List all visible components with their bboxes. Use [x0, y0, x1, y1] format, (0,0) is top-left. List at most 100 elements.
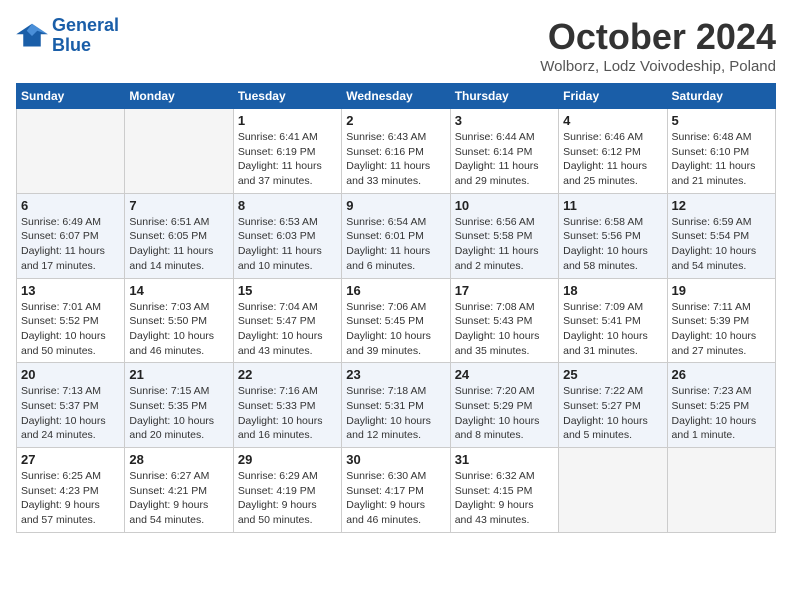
day-number: 8 [238, 198, 337, 213]
day-number: 7 [129, 198, 228, 213]
day-info: Sunrise: 6:53 AMSunset: 6:03 PMDaylight:… [238, 215, 337, 274]
day-info: Sunrise: 6:51 AMSunset: 6:05 PMDaylight:… [129, 215, 228, 274]
calendar-cell: 28 Sunrise: 6:27 AMSunset: 4:21 PMDayligh… [125, 448, 233, 533]
calendar-cell: 18 Sunrise: 7:09 AMSunset: 5:41 PMDayligh… [559, 278, 667, 363]
day-info: Sunrise: 6:30 AMSunset: 4:17 PMDaylight:… [346, 469, 445, 528]
calendar-cell: 11Sunrise: 6:58 AMSunset: 5:56 PMDayligh… [559, 193, 667, 278]
month-title: October 2024 [540, 16, 776, 58]
calendar-table: SundayMondayTuesdayWednesdayThursdayFrid… [16, 83, 776, 533]
calendar-cell: 9 Sunrise: 6:54 AMSunset: 6:01 PMDaylight… [342, 193, 450, 278]
day-info: Sunrise: 6:48 AMSunset: 6:10 PMDaylight:… [672, 130, 771, 189]
calendar-cell [17, 109, 125, 194]
calendar-week-3: 13Sunrise: 7:01 AMSunset: 5:52 PMDayligh… [17, 278, 776, 363]
day-info: Sunrise: 6:44 AMSunset: 6:14 PMDaylight:… [455, 130, 554, 189]
day-info: Sunrise: 6:25 AMSunset: 4:23 PMDaylight:… [21, 469, 120, 528]
calendar-week-1: 1 Sunrise: 6:41 AMSunset: 6:19 PMDaylight… [17, 109, 776, 194]
calendar-cell: 12 Sunrise: 6:59 AMSunset: 5:54 PMDayligh… [667, 193, 775, 278]
weekday-header-saturday: Saturday [667, 84, 775, 109]
calendar-cell: 17Sunrise: 7:08 AMSunset: 5:43 PMDayligh… [450, 278, 558, 363]
location-subtitle: Wolborz, Lodz Voivodeship, Poland [540, 58, 776, 75]
logo-icon [16, 22, 48, 50]
day-info: Sunrise: 7:04 AMSunset: 5:47 PMDaylight:… [238, 300, 337, 359]
calendar-cell: 23Sunrise: 7:18 AMSunset: 5:31 PMDayligh… [342, 363, 450, 448]
day-info: Sunrise: 6:41 AMSunset: 6:19 PMDaylight:… [238, 130, 337, 189]
calendar-cell [667, 448, 775, 533]
calendar-cell: 20 Sunrise: 7:13 AMSunset: 5:37 PMDayligh… [17, 363, 125, 448]
calendar-week-2: 6 Sunrise: 6:49 AMSunset: 6:07 PMDaylight… [17, 193, 776, 278]
calendar-cell: 4 Sunrise: 6:46 AMSunset: 6:12 PMDaylight… [559, 109, 667, 194]
calendar-cell: 2 Sunrise: 6:43 AMSunset: 6:16 PMDaylight… [342, 109, 450, 194]
calendar-cell: 6 Sunrise: 6:49 AMSunset: 6:07 PMDaylight… [17, 193, 125, 278]
calendar-cell: 3Sunrise: 6:44 AMSunset: 6:14 PMDaylight… [450, 109, 558, 194]
day-info: Sunrise: 7:16 AMSunset: 5:33 PMDaylight:… [238, 384, 337, 443]
day-number: 27 [21, 452, 120, 467]
calendar-cell [559, 448, 667, 533]
day-info: Sunrise: 6:27 AMSunset: 4:21 PMDaylight:… [129, 469, 228, 528]
calendar-cell: 29 Sunrise: 6:29 AMSunset: 4:19 PMDayligh… [233, 448, 341, 533]
weekday-header-friday: Friday [559, 84, 667, 109]
calendar-cell: 14Sunrise: 7:03 AMSunset: 5:50 PMDayligh… [125, 278, 233, 363]
day-info: Sunrise: 6:32 AMSunset: 4:15 PMDaylight:… [455, 469, 554, 528]
day-number: 13 [21, 283, 120, 298]
day-number: 19 [672, 283, 771, 298]
logo: General Blue [16, 16, 119, 56]
calendar-cell: 10Sunrise: 6:56 AMSunset: 5:58 PMDayligh… [450, 193, 558, 278]
day-number: 30 [346, 452, 445, 467]
calendar-cell: 24 Sunrise: 7:20 AMSunset: 5:29 PMDayligh… [450, 363, 558, 448]
day-number: 28 [129, 452, 228, 467]
calendar-cell: 22 Sunrise: 7:16 AMSunset: 5:33 PMDayligh… [233, 363, 341, 448]
day-info: Sunrise: 7:06 AMSunset: 5:45 PMDaylight:… [346, 300, 445, 359]
calendar-cell: 26Sunrise: 7:23 AMSunset: 5:25 PMDayligh… [667, 363, 775, 448]
day-number: 18 [563, 283, 662, 298]
day-number: 12 [672, 198, 771, 213]
day-info: Sunrise: 7:11 AMSunset: 5:39 PMDaylight:… [672, 300, 771, 359]
day-info: Sunrise: 7:09 AMSunset: 5:41 PMDaylight:… [563, 300, 662, 359]
calendar-cell: 1 Sunrise: 6:41 AMSunset: 6:19 PMDaylight… [233, 109, 341, 194]
calendar-cell: 27 Sunrise: 6:25 AMSunset: 4:23 PMDayligh… [17, 448, 125, 533]
day-info: Sunrise: 6:29 AMSunset: 4:19 PMDaylight:… [238, 469, 337, 528]
calendar-cell: 5 Sunrise: 6:48 AMSunset: 6:10 PMDaylight… [667, 109, 775, 194]
day-info: Sunrise: 7:13 AMSunset: 5:37 PMDaylight:… [21, 384, 120, 443]
weekday-header-monday: Monday [125, 84, 233, 109]
calendar-cell: 7 Sunrise: 6:51 AMSunset: 6:05 PMDaylight… [125, 193, 233, 278]
day-info: Sunrise: 6:49 AMSunset: 6:07 PMDaylight:… [21, 215, 120, 274]
day-number: 2 [346, 113, 445, 128]
day-info: Sunrise: 6:43 AMSunset: 6:16 PMDaylight:… [346, 130, 445, 189]
day-number: 25 [563, 367, 662, 382]
calendar-cell: 8 Sunrise: 6:53 AMSunset: 6:03 PMDaylight… [233, 193, 341, 278]
day-number: 20 [21, 367, 120, 382]
header: General Blue October 2024 Wolborz, Lodz … [16, 16, 776, 75]
weekday-header-thursday: Thursday [450, 84, 558, 109]
day-number: 24 [455, 367, 554, 382]
calendar-cell: 31 Sunrise: 6:32 AMSunset: 4:15 PMDayligh… [450, 448, 558, 533]
day-info: Sunrise: 6:54 AMSunset: 6:01 PMDaylight:… [346, 215, 445, 274]
day-number: 4 [563, 113, 662, 128]
calendar-week-5: 27 Sunrise: 6:25 AMSunset: 4:23 PMDayligh… [17, 448, 776, 533]
weekday-header-row: SundayMondayTuesdayWednesdayThursdayFrid… [17, 84, 776, 109]
weekday-header-tuesday: Tuesday [233, 84, 341, 109]
day-number: 22 [238, 367, 337, 382]
logo-line1: General [52, 15, 119, 35]
day-info: Sunrise: 7:22 AMSunset: 5:27 PMDaylight:… [563, 384, 662, 443]
day-number: 5 [672, 113, 771, 128]
day-info: Sunrise: 6:46 AMSunset: 6:12 PMDaylight:… [563, 130, 662, 189]
title-block: October 2024 Wolborz, Lodz Voivodeship, … [540, 16, 776, 75]
day-number: 16 [346, 283, 445, 298]
day-info: Sunrise: 6:59 AMSunset: 5:54 PMDaylight:… [672, 215, 771, 274]
weekday-header-sunday: Sunday [17, 84, 125, 109]
day-number: 31 [455, 452, 554, 467]
day-number: 6 [21, 198, 120, 213]
calendar-cell: 21Sunrise: 7:15 AMSunset: 5:35 PMDayligh… [125, 363, 233, 448]
day-info: Sunrise: 6:58 AMSunset: 5:56 PMDaylight:… [563, 215, 662, 274]
calendar-cell: 16 Sunrise: 7:06 AMSunset: 5:45 PMDayligh… [342, 278, 450, 363]
day-number: 1 [238, 113, 337, 128]
day-number: 29 [238, 452, 337, 467]
day-info: Sunrise: 6:56 AMSunset: 5:58 PMDaylight:… [455, 215, 554, 274]
day-number: 17 [455, 283, 554, 298]
calendar-cell: 15Sunrise: 7:04 AMSunset: 5:47 PMDayligh… [233, 278, 341, 363]
day-info: Sunrise: 7:20 AMSunset: 5:29 PMDaylight:… [455, 384, 554, 443]
day-number: 26 [672, 367, 771, 382]
day-number: 9 [346, 198, 445, 213]
calendar-cell [125, 109, 233, 194]
day-info: Sunrise: 7:18 AMSunset: 5:31 PMDaylight:… [346, 384, 445, 443]
